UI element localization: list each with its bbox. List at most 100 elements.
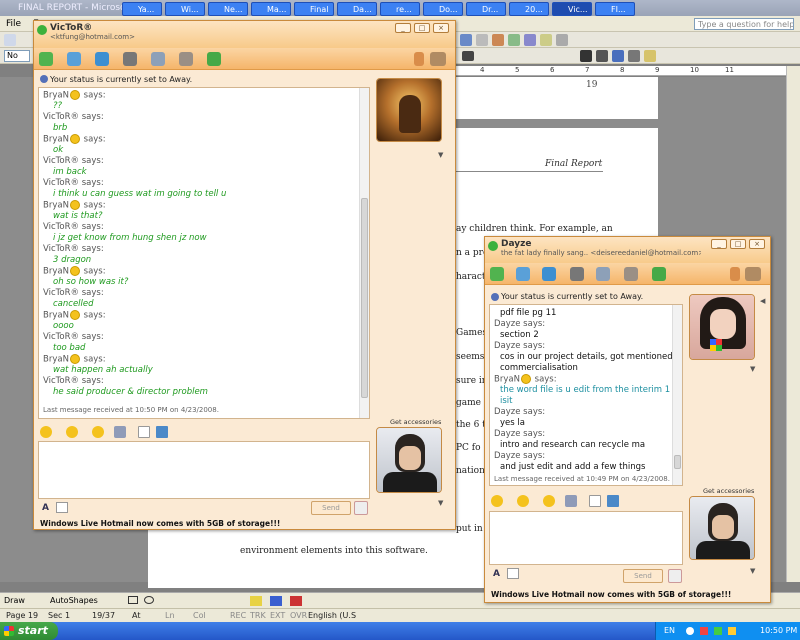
list-icon[interactable] [596,50,608,62]
chat-history[interactable]: pdf file pg 11 Dayze says: section 2 Dayze … [489,304,683,486]
border-icon[interactable] [628,50,640,62]
wink-icon[interactable] [517,495,529,507]
chat-scrollbar[interactable] [672,305,682,485]
games-icon[interactable] [179,52,193,66]
voice-clip-icon[interactable] [114,426,126,438]
paint-icon[interactable] [730,267,740,281]
minimize-button[interactable]: _ [711,239,727,249]
align-icon[interactable] [580,50,592,62]
handwriting-icon[interactable] [507,568,519,579]
call-icon[interactable] [570,267,584,281]
block-icon[interactable] [652,267,666,281]
games-icon[interactable] [624,267,638,281]
toolbar-icon[interactable] [556,34,568,46]
taskbar-item[interactable]: Ne... [208,2,248,16]
taskbar-item[interactable]: Final [294,2,334,16]
webcam-icon[interactable] [95,52,109,66]
background-icon[interactable] [607,495,619,507]
ad-banner[interactable]: Windows Live Hotmail now comes with 5GB … [491,590,731,599]
toolbar-icon[interactable] [540,34,552,46]
emoticon-icon[interactable] [491,495,503,507]
block-icon[interactable] [207,52,221,66]
new-icon[interactable] [4,34,16,46]
taskbar-item[interactable]: re... [380,2,420,16]
bold-icon[interactable] [462,51,474,61]
background-icon[interactable] [156,426,168,438]
chevron-down-icon[interactable]: ▼ [438,499,443,507]
get-accessories-link[interactable]: Get accessories [390,418,441,426]
tray-icon[interactable] [700,627,708,635]
call-icon[interactable] [123,52,137,66]
scroll-thumb[interactable] [674,455,681,469]
toolbar-icon[interactable] [508,34,520,46]
font-icon[interactable] [589,495,601,507]
handwriting-icon[interactable] [56,502,68,513]
fill-color-icon[interactable] [250,596,262,606]
toolbar-icon[interactable] [524,34,536,46]
send-button[interactable]: Send [623,569,663,583]
start-button[interactable]: start [0,622,58,640]
wink-icon[interactable] [66,426,78,438]
contact-display-picture[interactable] [376,78,442,142]
toolbar-icon[interactable] [492,34,504,46]
toolbar-icon[interactable] [460,34,472,46]
taskbar-item[interactable]: Vic... [552,2,592,16]
chat-scrollbar[interactable] [359,88,369,418]
message-input[interactable] [38,441,370,499]
taskbar-item[interactable]: 20... [509,2,549,16]
chevron-down-icon[interactable]: ▼ [750,567,755,575]
send-files-icon[interactable] [516,267,530,281]
document-scrollbar[interactable] [786,66,800,582]
invite-icon[interactable] [490,267,504,281]
draw-menu[interactable]: Draw [4,596,25,605]
activities-icon[interactable] [596,267,610,281]
nudge-icon[interactable] [543,495,555,507]
style-box[interactable]: No [4,50,30,62]
nudge-icon[interactable] [92,426,104,438]
indent-icon[interactable] [612,50,624,62]
taskbar-item[interactable]: Dr... [466,2,506,16]
my-display-picture[interactable] [689,496,755,560]
font-icon[interactable] [138,426,150,438]
toolbar-icon[interactable] [476,34,488,46]
font-style-icon[interactable]: A [42,503,49,513]
language-indicator[interactable]: EN [664,626,675,635]
minimize-button[interactable]: _ [395,23,411,33]
search-icon[interactable] [668,569,682,583]
activities-icon[interactable] [151,52,165,66]
send-files-icon[interactable] [67,52,81,66]
maximize-button[interactable]: □ [730,239,746,249]
close-button[interactable]: × [749,239,765,249]
tray-icon[interactable] [714,627,722,635]
webcam-icon[interactable] [542,267,556,281]
highlight-icon[interactable] [644,50,656,62]
tray-icon[interactable] [728,627,736,635]
taskbar-item[interactable]: Do... [423,2,463,16]
menu-file[interactable]: File [0,16,27,32]
ad-banner[interactable]: Windows Live Hotmail now comes with 5GB … [40,519,280,528]
paint-icon[interactable] [414,52,424,66]
taskbar-item[interactable]: Ya... [122,2,162,16]
chat-history[interactable]: BryaN says:?? VicToR® says: brb BryaN says:… [38,87,370,419]
options-menu-icon[interactable] [745,267,761,281]
chevron-down-icon[interactable]: ▼ [438,151,443,159]
voice-clip-icon[interactable] [565,495,577,507]
message-input[interactable] [489,511,683,565]
get-accessories-link[interactable]: Get accessories [703,487,754,495]
collapse-icon[interactable]: ◀ [760,297,765,305]
font-color-icon[interactable] [290,596,302,606]
options-menu-icon[interactable] [430,52,446,66]
line-color-icon[interactable] [270,596,282,606]
my-display-picture[interactable] [376,427,442,493]
tray-icon[interactable] [686,627,694,635]
maximize-button[interactable]: □ [414,23,430,33]
search-icon[interactable] [354,501,368,515]
send-button[interactable]: Send [311,501,351,515]
invite-icon[interactable] [39,52,53,66]
close-button[interactable]: × [433,23,449,33]
emoticon-icon[interactable] [40,426,52,438]
taskbar-item[interactable]: Wi... [165,2,205,16]
contact-display-picture[interactable] [689,294,755,360]
autoshapes-menu[interactable]: AutoShapes [50,596,98,605]
scroll-thumb[interactable] [361,198,368,398]
